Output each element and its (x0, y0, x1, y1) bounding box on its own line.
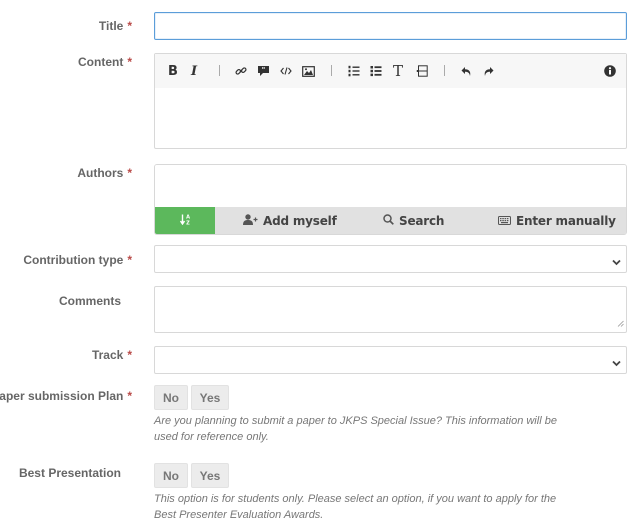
search-icon (383, 213, 394, 228)
heading-icon[interactable]: T (393, 62, 403, 80)
content-editor: B I " T (154, 53, 627, 149)
keyboard-icon (498, 214, 511, 228)
unordered-list-icon[interactable] (370, 63, 382, 79)
best-presentation-toggle: No Yes (154, 463, 627, 488)
required-marker: * (127, 19, 132, 33)
bold-icon[interactable]: B (168, 63, 178, 79)
add-user-icon (243, 213, 258, 228)
title-input[interactable] (154, 12, 627, 40)
editor-toolbar: B I " T (155, 54, 626, 88)
undo-icon[interactable] (461, 63, 472, 79)
required-marker: * (127, 389, 132, 403)
svg-text:Z: Z (186, 220, 190, 225)
contribution-type-select[interactable] (154, 245, 627, 273)
quote-icon[interactable]: " (257, 63, 270, 79)
sort-authors-button[interactable]: AZ (155, 207, 215, 234)
required-marker: * (127, 253, 132, 267)
best-presentation-help-text: This option is for students only. Please… (154, 493, 557, 521)
content-textarea[interactable] (155, 88, 626, 148)
svg-text:": " (262, 66, 266, 74)
info-icon[interactable] (604, 63, 616, 79)
code-icon[interactable] (280, 63, 292, 79)
link-icon[interactable] (235, 63, 247, 79)
track-select[interactable] (154, 346, 627, 374)
redo-icon[interactable] (483, 63, 494, 79)
table-icon[interactable] (416, 63, 428, 79)
toolbar-divider (444, 65, 445, 76)
enter-manually-button[interactable]: Enter manually (498, 207, 616, 234)
image-icon[interactable] (302, 63, 315, 79)
track-label: Track * (91, 348, 132, 362)
contribution-type-label: Contribution type * (23, 253, 132, 267)
authors-label: Authors * (77, 166, 132, 180)
chevron-down-icon (612, 255, 621, 269)
required-marker: * (127, 348, 132, 362)
italic-icon[interactable]: I (191, 63, 197, 79)
paper-submission-plan-toggle: No Yes (154, 385, 627, 410)
paper-plan-no-button[interactable]: No (154, 385, 188, 410)
best-presentation-yes-button[interactable]: Yes (191, 463, 229, 488)
toolbar-divider (331, 65, 332, 76)
best-presentation-label: Best Presentation (18, 466, 121, 480)
authors-list (155, 165, 626, 207)
best-presentation-no-button[interactable]: No (154, 463, 188, 488)
comments-label: Comments (58, 294, 121, 308)
chevron-down-icon (612, 356, 621, 370)
required-marker: * (127, 166, 132, 180)
paper-submission-plan-label: Paper submission Plan * (0, 389, 132, 403)
ordered-list-icon[interactable] (348, 63, 360, 79)
add-myself-button[interactable]: Add myself (243, 207, 337, 234)
authors-action-bar: AZ Add myself Search Enter manually (155, 207, 626, 234)
sort-alpha-icon: AZ (179, 214, 191, 228)
toolbar-divider (219, 65, 220, 76)
search-author-button[interactable]: Search (383, 207, 444, 234)
comments-textarea[interactable] (154, 286, 627, 333)
resize-handle-icon[interactable] (617, 316, 624, 330)
paper-plan-help-text: Are you planning to submit a paper to JK… (154, 415, 557, 443)
paper-plan-yes-button[interactable]: Yes (191, 385, 229, 410)
title-label: Title * (98, 19, 132, 33)
required-marker: * (127, 55, 132, 69)
authors-widget: AZ Add myself Search Enter manually (154, 164, 627, 235)
content-label: Content * (78, 55, 132, 69)
